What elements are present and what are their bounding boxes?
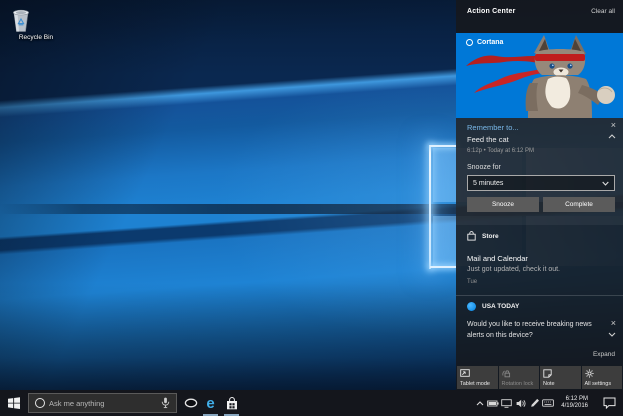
chevron-up-icon[interactable] bbox=[608, 134, 616, 139]
store-notification-day: Tue bbox=[467, 279, 477, 285]
close-icon[interactable]: × bbox=[611, 120, 616, 130]
volume-icon bbox=[516, 399, 526, 408]
cortana-notification-banner[interactable]: Cortana bbox=[456, 33, 623, 118]
battery-icon bbox=[487, 400, 499, 407]
start-button[interactable] bbox=[0, 390, 27, 416]
network-icon bbox=[501, 399, 512, 408]
battery-tray-button[interactable] bbox=[486, 390, 499, 416]
snooze-duration-select[interactable]: 5 minutes bbox=[467, 175, 615, 191]
snooze-button[interactable]: Snooze bbox=[467, 197, 539, 212]
chevron-down-icon[interactable] bbox=[608, 332, 616, 337]
chevron-up-icon bbox=[476, 401, 484, 406]
store-notification-body: Just got updated, check it out. bbox=[467, 266, 560, 273]
cortana-app-label: Cortana bbox=[466, 39, 503, 46]
network-tray-button[interactable] bbox=[500, 390, 513, 416]
cortana-icon bbox=[35, 398, 45, 408]
pen-tray-button[interactable] bbox=[528, 390, 541, 416]
recycle-bin[interactable]: Recycle Bin bbox=[10, 7, 62, 41]
task-view-button[interactable] bbox=[181, 390, 200, 416]
edge-browser-button[interactable]: e bbox=[201, 390, 220, 416]
store-group-header[interactable]: Store bbox=[467, 231, 499, 241]
store-group-label: Store bbox=[482, 233, 499, 240]
tray-clock[interactable]: 6:12 PM 4/19/2016 bbox=[552, 390, 588, 416]
microphone-icon[interactable] bbox=[161, 397, 170, 409]
show-hidden-icons-button[interactable] bbox=[473, 390, 486, 416]
quick-action-label: All settings bbox=[585, 381, 612, 387]
quick-action-rotation-lock[interactable]: Rotation lock bbox=[499, 366, 540, 389]
search-input[interactable] bbox=[45, 399, 161, 408]
recycle-bin-icon bbox=[10, 7, 32, 33]
chevron-down-icon bbox=[602, 181, 609, 186]
quick-action-all-settings[interactable]: All settings bbox=[582, 366, 623, 389]
task-view-icon bbox=[184, 398, 198, 408]
usa-today-notification-body[interactable]: Would you like to receive breaking news … bbox=[467, 319, 595, 341]
action-center-title: Action Center bbox=[467, 8, 516, 15]
quick-action-label: Note bbox=[543, 381, 555, 387]
complete-button[interactable]: Complete bbox=[543, 197, 615, 212]
tablet-mode-icon bbox=[460, 369, 470, 377]
store-button[interactable] bbox=[222, 390, 241, 416]
action-center-tray-button[interactable] bbox=[600, 390, 618, 416]
section-divider bbox=[456, 295, 623, 296]
snooze-duration-value: 5 minutes bbox=[473, 180, 503, 187]
quick-action-label: Tablet mode bbox=[460, 381, 490, 387]
store-bag-icon bbox=[226, 397, 238, 410]
usa-today-group-label: USA TODAY bbox=[482, 303, 519, 310]
reminder-timestamp: 6:12p • Today at 6:12 PM bbox=[467, 148, 534, 154]
gear-icon bbox=[585, 369, 594, 378]
quick-action-note[interactable]: Note bbox=[540, 366, 581, 389]
cortana-app-name: Cortana bbox=[477, 39, 503, 46]
cortana-ring-icon bbox=[466, 39, 473, 46]
windows-desktop: Recycle Bin Action Center Clear all bbox=[0, 0, 623, 416]
action-center-icon bbox=[603, 397, 616, 409]
volume-tray-button[interactable] bbox=[514, 390, 527, 416]
quick-actions-grid: Tablet mode Rotation lock Note bbox=[457, 366, 622, 389]
quick-action-label: Rotation lock bbox=[502, 381, 534, 387]
taskbar-search[interactable] bbox=[28, 393, 177, 413]
usa-today-group-header[interactable]: USA TODAY bbox=[467, 302, 519, 311]
taskbar: e bbox=[0, 390, 623, 416]
note-icon bbox=[543, 369, 552, 378]
recycle-bin-label: Recycle Bin bbox=[10, 34, 62, 41]
store-bag-icon bbox=[467, 231, 476, 241]
quick-action-tablet-mode[interactable]: Tablet mode bbox=[457, 366, 498, 389]
clock-time: 6:12 PM bbox=[566, 396, 588, 404]
usa-today-logo-icon bbox=[467, 302, 476, 311]
close-icon[interactable]: × bbox=[611, 318, 616, 328]
expand-link[interactable]: Expand bbox=[593, 351, 615, 358]
reminder-title: Remember to... bbox=[467, 123, 519, 132]
reminder-actions: Snooze Complete bbox=[467, 197, 615, 212]
action-center-header: Action Center Clear all bbox=[456, 0, 623, 15]
edge-icon: e bbox=[206, 396, 214, 411]
action-center-panel: Action Center Clear all bbox=[456, 0, 623, 390]
rotation-lock-icon bbox=[502, 369, 512, 378]
windows-logo-icon bbox=[8, 397, 20, 409]
store-notification-title[interactable]: Mail and Calendar bbox=[467, 254, 528, 263]
pen-icon bbox=[530, 398, 540, 408]
snooze-for-label: Snooze for bbox=[467, 164, 501, 171]
reminder-subject: Feed the cat bbox=[467, 135, 509, 144]
clear-all-button[interactable]: Clear all bbox=[591, 8, 615, 15]
clock-date: 4/19/2016 bbox=[561, 403, 588, 411]
reminder-notification[interactable]: Remember to... × Feed the cat 6:12p • To… bbox=[456, 118, 623, 225]
